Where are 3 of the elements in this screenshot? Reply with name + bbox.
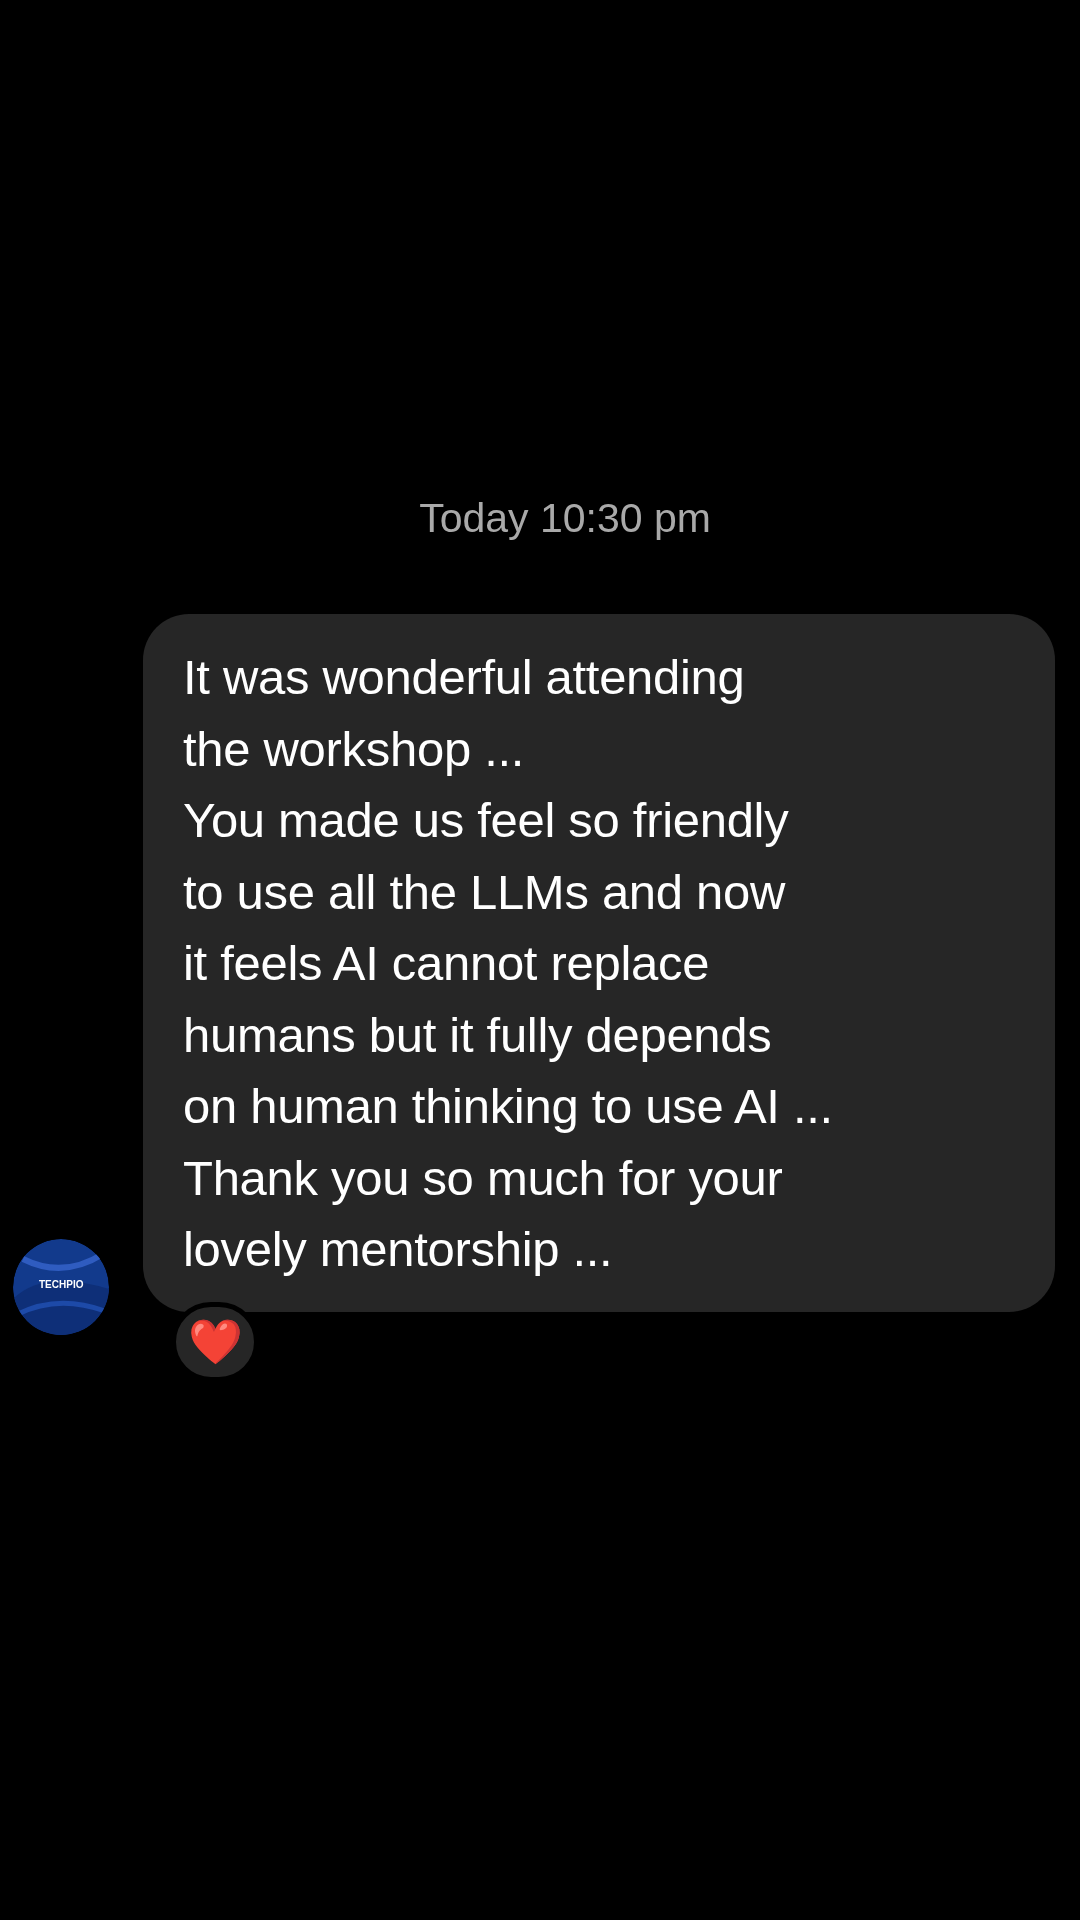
message-timestamp: Today 10:30 pm bbox=[418, 494, 712, 543]
message-text: It was wonderful attending the workshop ... You made us feel so friendly to use all the LLMs and now it feels AI cannot replace humans but it fully depends on human thinking to use AI ... Thank you so much for your lovely mentorship ... bbox=[183, 649, 834, 1278]
sender-avatar[interactable]: TECHPIO bbox=[13, 1239, 109, 1335]
